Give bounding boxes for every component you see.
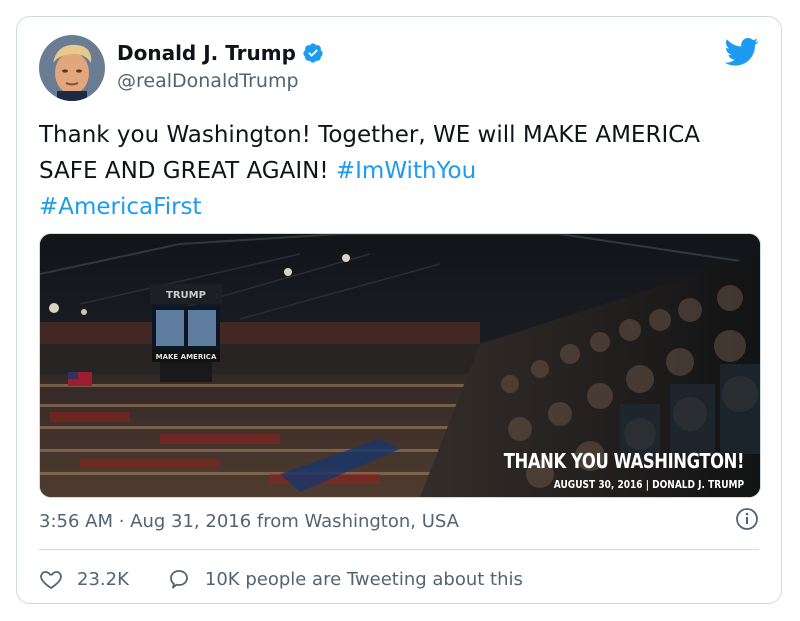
tweet-card: Donald J. Trump @realDonaldTrump Thank y… — [16, 16, 782, 604]
hashtag-americafirst[interactable]: #AmericaFirst — [39, 194, 202, 220]
hashtag-imwithyou[interactable]: #ImWithYou — [336, 158, 476, 184]
heart-icon — [40, 571, 62, 590]
tweet-text: Thank you Washington! Together, WE will … — [39, 117, 729, 225]
twitter-bird-icon[interactable] — [725, 37, 759, 67]
info-icon[interactable] — [735, 507, 759, 531]
author-name[interactable]: Donald J. Trump — [117, 41, 296, 65]
photo-overlay-title: THANK YOU WASHINGTON! — [503, 449, 745, 473]
like-count: 23.2K — [77, 568, 129, 590]
tweet-actions: 23.2K 10K people are Tweeting about this — [39, 567, 561, 591]
avatar[interactable] — [39, 35, 105, 101]
divider — [39, 549, 759, 550]
author-handle[interactable]: @realDonaldTrump — [117, 70, 299, 92]
tweet-timestamp[interactable]: 3:56 AM · Aug 31, 2016 from Washington, … — [39, 511, 459, 532]
verified-badge-icon — [303, 43, 323, 63]
reply-button[interactable]: 10K people are Tweeting about this — [167, 567, 523, 591]
reply-bubble-icon — [169, 570, 188, 589]
like-button[interactable]: 23.2K — [39, 567, 129, 591]
author-row: Donald J. Trump — [117, 41, 324, 65]
reply-text: 10K people are Tweeting about this — [204, 568, 523, 590]
photo-overlay-subtitle: AUGUST 30, 2016 | DONALD J. TRUMP — [553, 478, 744, 491]
tweet-photo[interactable]: TRUMP MAKE AMERICA THANK YOU WASHINGTON!… — [39, 233, 761, 498]
